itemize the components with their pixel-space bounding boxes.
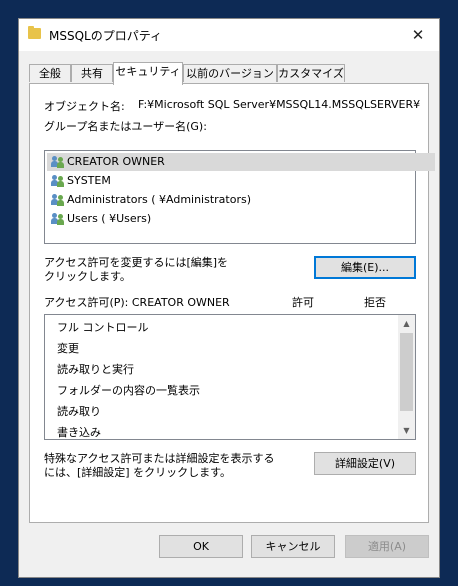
- ok-button[interactable]: OK: [159, 535, 243, 558]
- close-button[interactable]: ✕: [397, 19, 439, 51]
- tab-general[interactable]: 全般: [29, 64, 71, 82]
- title-bar[interactable]: MSSQLのプロパティ ✕: [19, 19, 439, 51]
- allow-column-header: 許可: [292, 296, 314, 309]
- list-item: フォルダーの内容の一覧表示: [57, 384, 200, 397]
- object-name-value: F:¥Microsoft SQL Server¥MSSQL14.MSSQLSER…: [138, 98, 420, 111]
- window-title: MSSQLのプロパティ: [49, 29, 162, 43]
- object-name-label: オブジェクト名:: [44, 100, 125, 113]
- scroll-up-icon[interactable]: ▲: [398, 315, 415, 332]
- user-list[interactable]: CREATOR OWNER SYSTEM Administrators ( ¥A…: [44, 150, 435, 244]
- user-name: Administrators ( ¥Administrators): [67, 193, 252, 206]
- user-name: SYSTEM: [67, 174, 111, 187]
- security-panel: オブジェクト名: F:¥Microsoft SQL Server¥MSSQL14…: [29, 83, 435, 523]
- group-user-label: グループ名またはユーザー名(G):: [44, 120, 207, 133]
- deny-column-header: 拒否: [364, 296, 386, 309]
- folder-icon: [28, 26, 41, 39]
- list-item: 書き込み: [57, 426, 101, 439]
- list-item[interactable]: CREATOR OWNER: [47, 153, 435, 171]
- tab-previous-versions[interactable]: 以前のバージョン: [183, 64, 277, 82]
- vertical-scrollbar[interactable]: ▲ ▼: [398, 315, 415, 439]
- tab-sharing[interactable]: 共有: [71, 64, 113, 82]
- user-group-icon: [51, 156, 65, 168]
- edit-button[interactable]: 編集(E)...: [314, 256, 416, 279]
- apply-button[interactable]: 適用(A): [345, 535, 429, 558]
- list-item[interactable]: Administrators ( ¥Administrators): [47, 191, 251, 209]
- list-item[interactable]: SYSTEM: [47, 172, 111, 190]
- list-item[interactable]: Users ( ¥Users): [47, 210, 151, 228]
- tab-customize[interactable]: カスタマイズ: [277, 64, 345, 82]
- permissions-header: アクセス許可(P): CREATOR OWNER: [44, 296, 230, 309]
- user-group-icon: [51, 175, 65, 187]
- properties-dialog: MSSQLのプロパティ ✕ 全般 共有 セキュリティ 以前のバージョン カスタマ…: [18, 18, 440, 578]
- scroll-thumb[interactable]: [400, 333, 413, 411]
- user-name: CREATOR OWNER: [67, 155, 165, 168]
- cancel-button[interactable]: キャンセル: [251, 535, 335, 558]
- list-item: 変更: [57, 342, 79, 355]
- tab-security[interactable]: セキュリティ: [113, 62, 183, 85]
- list-item: 読み取りと実行: [57, 363, 134, 376]
- change-hint-line2: クリックします。: [44, 270, 131, 283]
- scroll-down-icon[interactable]: ▼: [398, 422, 415, 439]
- advanced-button[interactable]: 詳細設定(V): [314, 452, 416, 475]
- user-name: Users ( ¥Users): [67, 212, 152, 225]
- user-group-icon: [51, 213, 65, 225]
- advanced-hint-line2: には、[詳細設定] をクリックします。: [44, 466, 231, 479]
- user-group-icon: [51, 194, 65, 206]
- list-item: フル コントロール: [57, 321, 149, 334]
- permission-list[interactable]: フル コントロール 変更 読み取りと実行 フォルダーの内容の一覧表示 読み取り …: [44, 314, 416, 440]
- list-item: 読み取り: [57, 405, 101, 418]
